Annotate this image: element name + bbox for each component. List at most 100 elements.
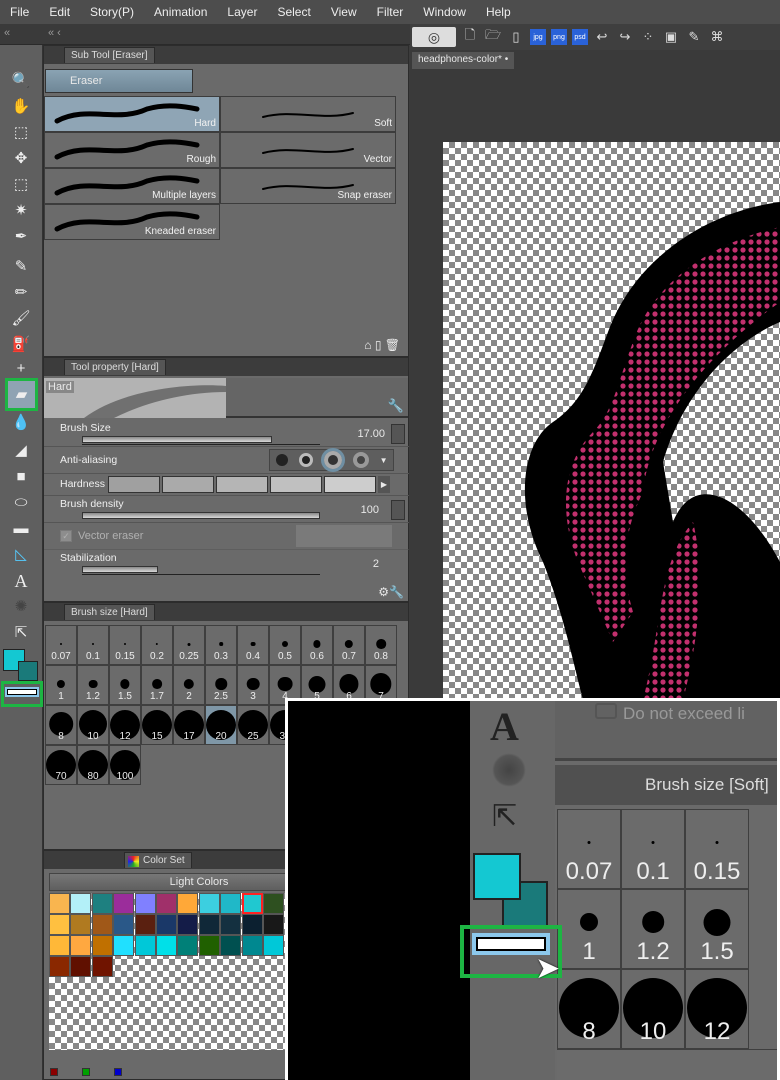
- palette-color-2[interactable]: [114, 1068, 122, 1076]
- color-swatch[interactable]: [220, 935, 242, 956]
- color-swatch[interactable]: [241, 893, 263, 914]
- menu-filter[interactable]: Filter: [367, 5, 414, 19]
- gradient-icon[interactable]: ■: [8, 465, 34, 489]
- brush-size-cell[interactable]: 0.6: [301, 625, 333, 665]
- brush-size-cell[interactable]: 0.8: [365, 625, 397, 665]
- brush-size-cell[interactable]: 20: [205, 705, 237, 745]
- export-psd-icon[interactable]: psd: [572, 29, 588, 45]
- app-logo-button[interactable]: ◎: [412, 27, 456, 47]
- color-swatch[interactable]: [263, 914, 284, 935]
- sub-tool-item-multiple-layers[interactable]: Multiple layers: [44, 168, 220, 204]
- color-swatch[interactable]: [49, 914, 70, 935]
- pencil-icon[interactable]: ✏: [8, 281, 34, 305]
- clear-icon[interactable]: ⁘: [639, 28, 657, 46]
- brush-size-cell[interactable]: 0.15: [109, 625, 141, 665]
- sub-tool-title[interactable]: Sub Tool [Eraser]: [64, 47, 155, 63]
- inset-correct-line-icon[interactable]: ⇱: [492, 799, 517, 834]
- inset-text-tool-icon[interactable]: A: [490, 703, 519, 750]
- transparent-color-swatch[interactable]: [5, 687, 39, 697]
- brush-size-value[interactable]: 17.00: [357, 428, 385, 440]
- save-icon[interactable]: ▯: [507, 28, 525, 46]
- inset-brush-size-cell[interactable]: 1.5: [685, 889, 749, 969]
- color-swatch[interactable]: [134, 914, 156, 935]
- brush-size-cell[interactable]: 15: [141, 705, 173, 745]
- brush-size-cell[interactable]: 2.5: [205, 665, 237, 705]
- brush-size-cell[interactable]: 1.7: [141, 665, 173, 705]
- color-swatch[interactable]: [113, 893, 135, 914]
- export-png-icon[interactable]: png: [551, 29, 567, 45]
- inset-brush-size-cell[interactable]: 0.1: [621, 809, 685, 889]
- pressure-toggle-icon[interactable]: [391, 424, 405, 444]
- brush-size-cell[interactable]: 70: [45, 745, 77, 785]
- brush-size-cell[interactable]: 0.3: [205, 625, 237, 665]
- sub-tool-item-soft[interactable]: Soft: [220, 96, 396, 132]
- correct-line-icon[interactable]: ⇱: [8, 621, 34, 645]
- anti-aliasing-selector[interactable]: ▼: [269, 448, 394, 472]
- color-swatch[interactable]: [263, 893, 284, 914]
- inset-brush-size-cell[interactable]: 12: [685, 969, 749, 1049]
- color-swatch[interactable]: [198, 893, 220, 914]
- eraser-tool-icon[interactable]: ▰: [5, 378, 38, 411]
- eraser-group-button[interactable]: Eraser: [45, 69, 193, 93]
- brush-size-cell[interactable]: 1.2: [77, 665, 109, 705]
- brush-size-cell[interactable]: 10: [77, 705, 109, 745]
- color-swatch[interactable]: [91, 935, 113, 956]
- ruler-icon[interactable]: ◺: [8, 543, 34, 567]
- sub-tool-item-hard[interactable]: Hard: [44, 96, 220, 132]
- sub-color-swatch[interactable]: [18, 661, 38, 681]
- airbrush-icon[interactable]: ⛽: [8, 333, 34, 357]
- export-jpg-icon[interactable]: jpg: [530, 29, 546, 45]
- color-swatch[interactable]: [156, 935, 177, 956]
- bucket-icon[interactable]: ✎: [685, 28, 703, 46]
- brush-density-value[interactable]: 100: [361, 504, 379, 516]
- color-swatch[interactable]: [156, 914, 177, 935]
- menu-help[interactable]: Help: [476, 5, 521, 19]
- color-swatch[interactable]: [113, 935, 135, 956]
- color-swatch[interactable]: [70, 893, 92, 914]
- color-swatch[interactable]: [49, 935, 70, 956]
- inset-brush-size-cell[interactable]: 0.07: [557, 809, 621, 889]
- pen-icon[interactable]: ✎: [8, 255, 34, 279]
- palette-color-0[interactable]: [50, 1068, 58, 1076]
- brush-size-cell[interactable]: 100: [109, 745, 141, 785]
- operation-tool-icon[interactable]: ⬚: [8, 121, 34, 145]
- density-pressure-icon[interactable]: [391, 500, 405, 520]
- hardness-selector[interactable]: ▶: [108, 476, 390, 493]
- menu-edit[interactable]: Edit: [39, 5, 80, 19]
- color-swatch[interactable]: [70, 935, 92, 956]
- inset-brush-size-cell[interactable]: 10: [621, 969, 685, 1049]
- color-swatch[interactable]: [49, 893, 70, 914]
- transform-icon[interactable]: ⌘: [708, 28, 726, 46]
- canvas[interactable]: [443, 142, 780, 700]
- menu-file[interactable]: File: [0, 5, 39, 19]
- fill-tool-icon[interactable]: ◢: [8, 439, 34, 463]
- brush-size-cell[interactable]: 12: [109, 705, 141, 745]
- hand-tool-icon[interactable]: ✋: [8, 95, 34, 119]
- inset-brush-size-tab[interactable]: Brush size [Soft]: [555, 765, 777, 805]
- color-swatch[interactable]: [241, 935, 263, 956]
- brush-size-cell[interactable]: 8: [45, 705, 77, 745]
- palette-color-1[interactable]: [82, 1068, 90, 1076]
- color-swatch[interactable]: [70, 914, 92, 935]
- menu-storyp[interactable]: Story(P): [80, 5, 144, 19]
- brush-size-cell[interactable]: 0.25: [173, 625, 205, 665]
- color-swatch[interactable]: [241, 914, 263, 935]
- brush-size-cell[interactable]: 2: [173, 665, 205, 705]
- dropdown-icon[interactable]: ▼: [380, 456, 388, 465]
- fill-icon[interactable]: ▣: [662, 28, 680, 46]
- color-swatch[interactable]: [156, 893, 177, 914]
- color-swatch[interactable]: [91, 914, 113, 935]
- sub-tool-item-vector[interactable]: Vector: [220, 132, 396, 168]
- selection-icon[interactable]: ⬚: [8, 173, 34, 197]
- sub-tool-item-snap-eraser[interactable]: Snap eraser: [220, 168, 396, 204]
- brush-size-slider[interactable]: [82, 436, 273, 443]
- brush-size-cell[interactable]: 17: [173, 705, 205, 745]
- copy-subtool-icon[interactable]: ⌂: [364, 338, 371, 352]
- document-tab[interactable]: headphones-color* •: [412, 52, 515, 69]
- color-swatch[interactable]: [134, 893, 156, 914]
- menu-select[interactable]: Select: [267, 5, 320, 19]
- brush-size-cell[interactable]: 0.5: [269, 625, 301, 665]
- inset-brush-size-cell[interactable]: 8: [557, 969, 621, 1049]
- color-swatch[interactable]: [49, 956, 70, 977]
- brush-size-cell[interactable]: 80: [77, 745, 109, 785]
